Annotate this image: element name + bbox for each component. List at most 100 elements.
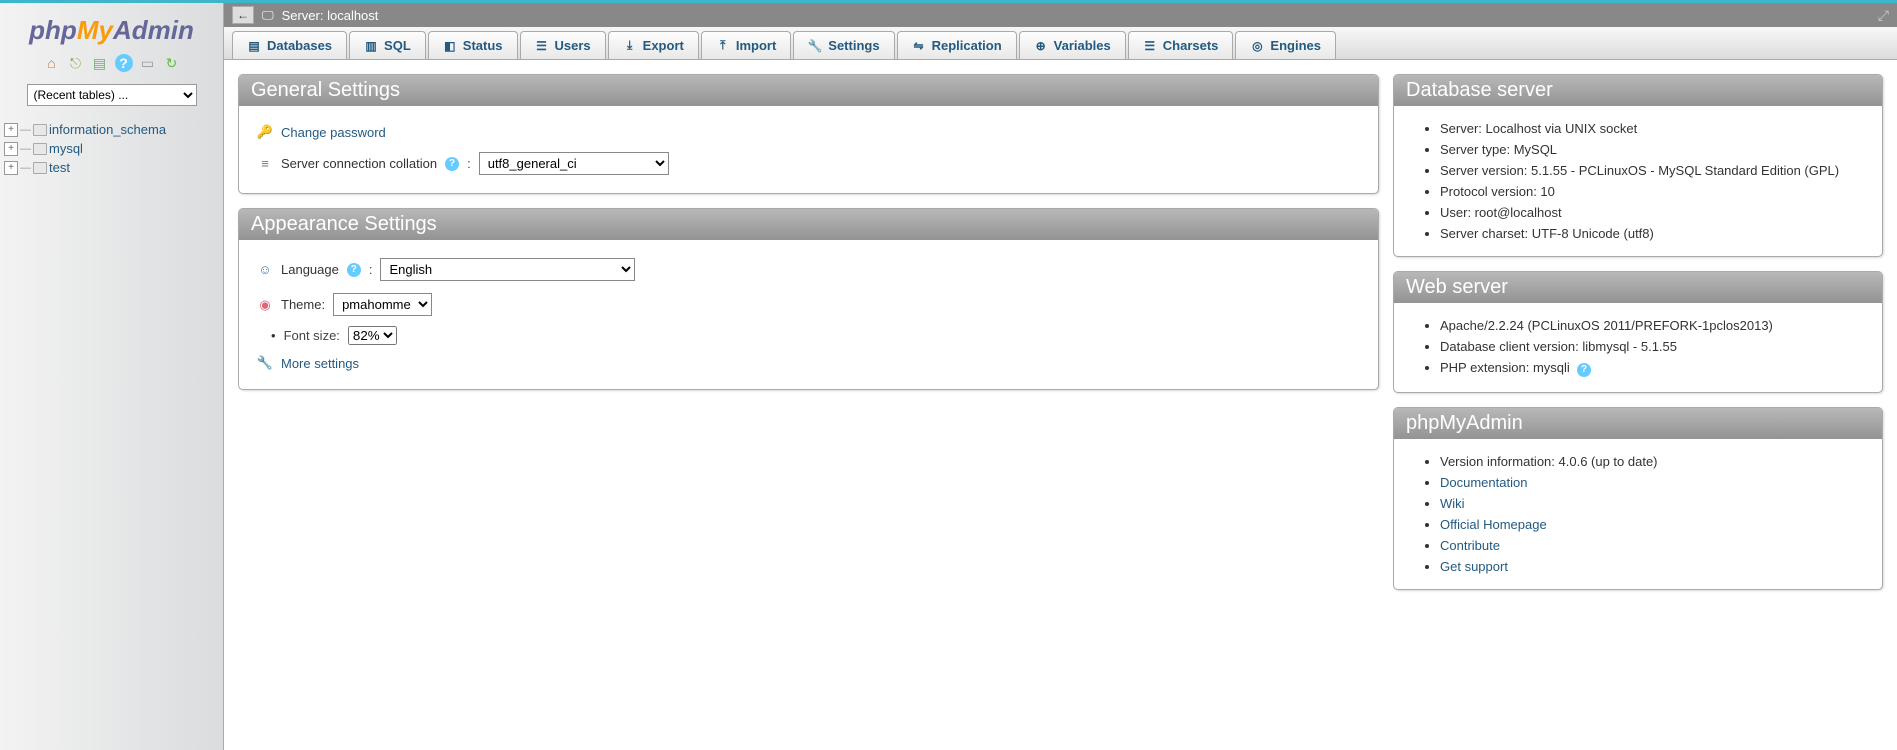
- main: ← 🖵 Server: localhost ⤢ ▤Databases ▥SQL …: [224, 3, 1897, 750]
- doc-icon[interactable]: ▭: [139, 54, 157, 72]
- list-item: Protocol version: 10: [1440, 181, 1864, 202]
- tab-import[interactable]: ⤒Import: [701, 31, 791, 59]
- collation-label: Server connection collation: [281, 156, 437, 171]
- fontsize-label: Font size:: [284, 328, 340, 343]
- docs-icon[interactable]: ?: [115, 54, 133, 72]
- expand-icon[interactable]: +: [4, 142, 18, 156]
- back-button[interactable]: ←: [232, 6, 254, 24]
- help-icon[interactable]: ?: [347, 263, 361, 277]
- logout-icon[interactable]: ⎋: [67, 54, 85, 72]
- charsets-icon: ☰: [1143, 39, 1157, 53]
- collation-icon: ≡: [257, 156, 273, 172]
- pma-link-homepage[interactable]: Official Homepage: [1440, 517, 1547, 532]
- sidebar: phpMyAdmin ⌂ ⎋ ▤ ? ▭ ↻ (Recent tables) .…: [0, 3, 224, 750]
- database-icon: [33, 143, 47, 155]
- databases-icon: ▤: [247, 39, 261, 53]
- tab-status[interactable]: ◧Status: [428, 31, 518, 59]
- reload-icon[interactable]: ↻: [163, 54, 181, 72]
- settings-icon: 🔧: [808, 39, 822, 53]
- sql-icon[interactable]: ▤: [91, 54, 109, 72]
- collapse-icon[interactable]: ⤢: [1878, 7, 1889, 24]
- replication-icon: ⇋: [912, 39, 926, 53]
- list-item: Server version: 5.1.55 - PCLinuxOS - MyS…: [1440, 160, 1864, 181]
- tab-users[interactable]: ☰Users: [520, 31, 606, 59]
- change-password-link[interactable]: Change password: [281, 125, 386, 140]
- tab-settings[interactable]: 🔧Settings: [793, 31, 894, 59]
- tab-databases[interactable]: ▤Databases: [232, 31, 347, 59]
- list-item: Apache/2.2.24 (PCLinuxOS 2011/PREFORK-1p…: [1440, 315, 1864, 336]
- general-settings-panel: General Settings 🔑 Change password ≡ Ser…: [238, 74, 1379, 194]
- database-icon: [33, 124, 47, 136]
- list-item: Server: Localhost via UNIX socket: [1440, 118, 1864, 139]
- expand-icon[interactable]: +: [4, 161, 18, 175]
- pma-link-wiki[interactable]: Wiki: [1440, 496, 1465, 511]
- pma-link-documentation[interactable]: Documentation: [1440, 475, 1527, 490]
- tab-variables[interactable]: ⊕Variables: [1019, 31, 1126, 59]
- collation-select[interactable]: utf8_general_ci: [479, 152, 669, 175]
- expand-icon[interactable]: +: [4, 123, 18, 137]
- dbserver-list: Server: Localhost via UNIX socket Server…: [1412, 118, 1864, 244]
- theme-label: Theme:: [281, 297, 325, 312]
- theme-select[interactable]: pmahomme: [333, 293, 432, 316]
- panel-title: phpMyAdmin: [1394, 408, 1882, 439]
- sidebar-quick-icons: ⌂ ⎋ ▤ ? ▭ ↻: [0, 54, 223, 72]
- theme-icon: ◉: [257, 297, 273, 313]
- fontsize-select[interactable]: 82%: [348, 326, 397, 345]
- tab-charsets[interactable]: ☰Charsets: [1128, 31, 1234, 59]
- list-item: Version information: 4.0.6 (up to date): [1440, 451, 1864, 472]
- breadcrumb-bar: ← 🖵 Server: localhost ⤢: [224, 3, 1897, 27]
- logo-my: My: [77, 15, 113, 45]
- panel-title: Database server: [1394, 75, 1882, 106]
- tab-engines[interactable]: ◎Engines: [1235, 31, 1336, 59]
- pma-list: Version information: 4.0.6 (up to date) …: [1412, 451, 1864, 577]
- webserver-list: Apache/2.2.24 (PCLinuxOS 2011/PREFORK-1p…: [1412, 315, 1864, 380]
- pma-link-support[interactable]: Get support: [1440, 559, 1508, 574]
- tab-replication[interactable]: ⇋Replication: [897, 31, 1017, 59]
- list-item: PHP extension: mysqli ?: [1440, 357, 1864, 380]
- panel-title: Appearance Settings: [239, 209, 1378, 240]
- db-link-information-schema[interactable]: information_schema: [49, 122, 166, 137]
- status-icon: ◧: [443, 39, 457, 53]
- database-tree: +— information_schema +— mysql +— test: [0, 112, 223, 185]
- more-settings-link[interactable]: More settings: [281, 356, 359, 371]
- web-server-panel: Web server Apache/2.2.24 (PCLinuxOS 2011…: [1393, 271, 1883, 393]
- pma-link-contribute[interactable]: Contribute: [1440, 538, 1500, 553]
- wrench-icon: 🔧: [257, 355, 273, 371]
- list-item: Server charset: UTF-8 Unicode (utf8): [1440, 223, 1864, 244]
- list-item: Official Homepage: [1440, 514, 1864, 535]
- language-label: Language: [281, 262, 339, 277]
- db-tree-item: +— test: [4, 158, 219, 177]
- database-server-panel: Database server Server: Localhost via UN…: [1393, 74, 1883, 257]
- list-item: Database client version: libmysql - 5.1.…: [1440, 336, 1864, 357]
- list-item: Server type: MySQL: [1440, 139, 1864, 160]
- recent-tables-select[interactable]: (Recent tables) ...: [27, 84, 197, 106]
- sql-icon: ▥: [364, 39, 378, 53]
- list-item: Wiki: [1440, 493, 1864, 514]
- language-select[interactable]: English: [380, 258, 635, 281]
- language-icon: ☺: [257, 262, 273, 278]
- db-tree-item: +— information_schema: [4, 120, 219, 139]
- logo[interactable]: phpMyAdmin: [0, 15, 223, 46]
- panel-title: General Settings: [239, 75, 1378, 106]
- db-link-test[interactable]: test: [49, 160, 70, 175]
- phpmyadmin-panel: phpMyAdmin Version information: 4.0.6 (u…: [1393, 407, 1883, 590]
- panel-title: Web server: [1394, 272, 1882, 303]
- tab-export[interactable]: ⤓Export: [608, 31, 699, 59]
- list-item: Documentation: [1440, 472, 1864, 493]
- help-icon[interactable]: ?: [1577, 363, 1591, 377]
- tab-sql[interactable]: ▥SQL: [349, 31, 426, 59]
- list-item: Get support: [1440, 556, 1864, 577]
- list-item: Contribute: [1440, 535, 1864, 556]
- import-icon: ⤒: [716, 39, 730, 53]
- engines-icon: ◎: [1250, 39, 1264, 53]
- tab-bar: ▤Databases ▥SQL ◧Status ☰Users ⤓Export ⤒…: [224, 27, 1897, 60]
- password-icon: 🔑: [257, 124, 273, 140]
- variables-icon: ⊕: [1034, 39, 1048, 53]
- content: General Settings 🔑 Change password ≡ Ser…: [224, 60, 1897, 750]
- export-icon: ⤓: [623, 39, 637, 53]
- appearance-settings-panel: Appearance Settings ☺ Language ? : Engli…: [238, 208, 1379, 390]
- logo-php: php: [29, 15, 77, 45]
- help-icon[interactable]: ?: [445, 157, 459, 171]
- db-link-mysql[interactable]: mysql: [49, 141, 83, 156]
- home-icon[interactable]: ⌂: [43, 54, 61, 72]
